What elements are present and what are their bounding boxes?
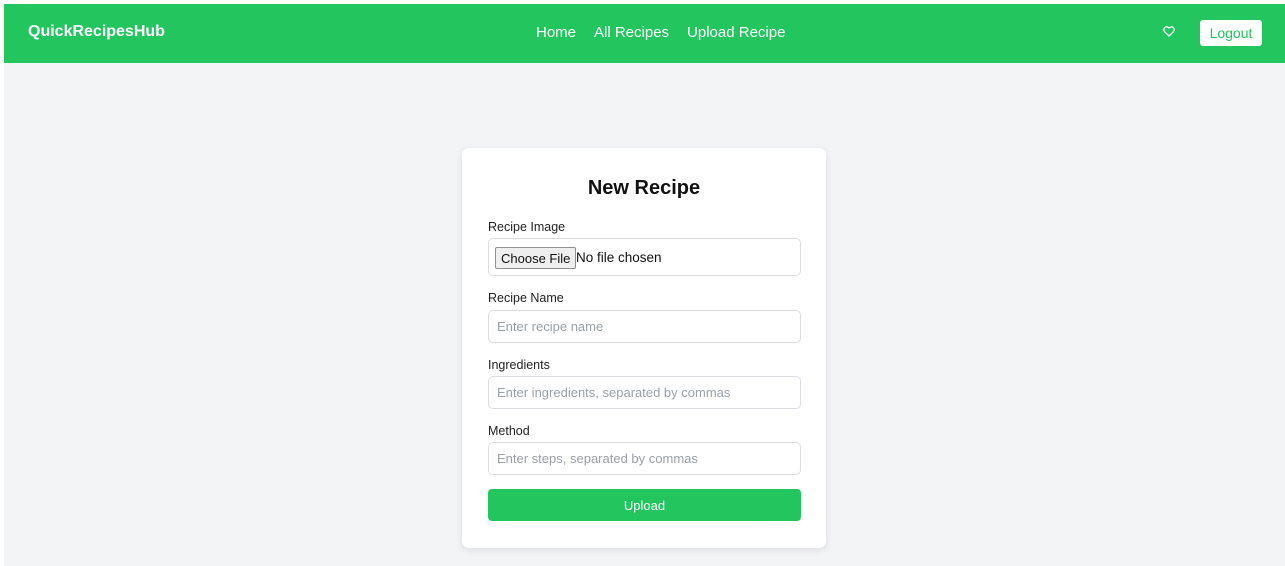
recipe-image-field[interactable]: Choose File No file chosen (488, 238, 801, 276)
choose-file-button[interactable]: Choose File (495, 247, 577, 269)
recipe-image-label: Recipe Image (488, 220, 566, 234)
app-root: QuickRecipesHub Home All Recipes Upload … (4, 4, 1285, 566)
ingredients-input[interactable] (488, 376, 801, 409)
nav-link-upload-recipe[interactable]: Upload Recipe (687, 24, 785, 41)
new-recipe-card: New Recipe Recipe Image Choose File No f… (462, 148, 826, 548)
nav-links: Home All Recipes Upload Recipe (536, 24, 785, 41)
nav-link-all-recipes[interactable]: All Recipes (594, 24, 669, 41)
upload-button[interactable]: Upload (488, 489, 801, 521)
logout-button[interactable]: Logout (1200, 20, 1262, 46)
brand-logo[interactable]: QuickRecipesHub (28, 23, 165, 41)
recipe-name-label: Recipe Name (488, 291, 564, 305)
file-status-text: No file chosen (576, 250, 662, 265)
recipe-name-input[interactable] (488, 310, 801, 343)
nav-link-home[interactable]: Home (536, 24, 576, 41)
ingredients-label: Ingredients (488, 358, 550, 372)
top-navbar: QuickRecipesHub Home All Recipes Upload … (4, 4, 1285, 63)
form-title: New Recipe (587, 177, 701, 199)
method-input[interactable] (488, 442, 801, 475)
heart-icon[interactable] (1162, 24, 1176, 38)
method-label: Method (488, 424, 530, 438)
